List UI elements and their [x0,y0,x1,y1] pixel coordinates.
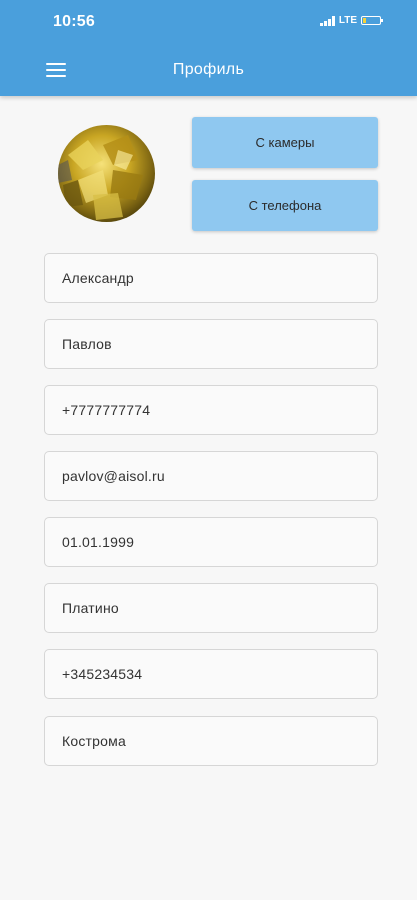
status-level-field[interactable]: Платино [44,583,378,633]
last-name-field[interactable]: Павлов [44,319,378,369]
app-bar: 10:56 LTE Профиль [0,0,417,96]
status-icons: LTE [319,15,383,26]
network-type: LTE [338,15,357,26]
camera-button[interactable]: С камеры [192,117,378,168]
page-title: Профиль [172,61,245,78]
phone-gallery-button[interactable]: С телефона [192,180,378,231]
phone-field[interactable]: +7777777774 [44,385,378,435]
birthdate-field[interactable]: 01.01.1999 [44,517,378,567]
city-field[interactable]: Кострома [44,716,378,766]
first-name-field[interactable]: Александр [44,253,378,303]
secondary-phone-field[interactable]: +345234534 [44,649,378,699]
email-field[interactable]: pavlov@aisol.ru [44,451,378,501]
status-time: 10:56 [53,13,95,30]
avatar[interactable] [58,125,155,222]
avatar-image [58,125,155,222]
battery-icon [361,16,383,25]
signal-icon [319,15,335,26]
